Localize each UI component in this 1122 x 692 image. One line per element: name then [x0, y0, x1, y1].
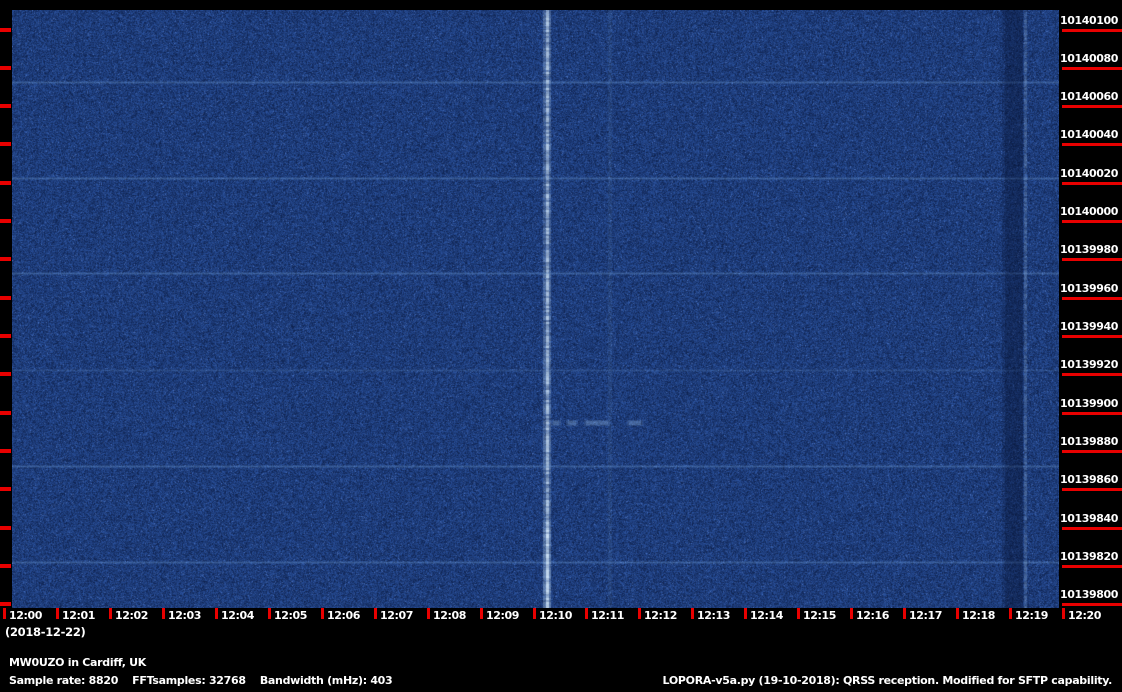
left-frequency-tick — [0, 449, 11, 453]
time-label: 12:08 — [433, 610, 466, 622]
time-label: 12:12 — [644, 610, 677, 622]
time-label: 12:19 — [1015, 610, 1048, 622]
left-frequency-tick — [0, 219, 11, 223]
right-frequency-tick — [1062, 373, 1122, 376]
time-tick — [374, 608, 377, 619]
time-tick — [56, 608, 59, 619]
frequency-label: 10140000 — [1058, 205, 1118, 218]
right-frequency-tick — [1062, 488, 1122, 491]
time-label: 12:09 — [486, 610, 519, 622]
frequency-label: 10139940 — [1058, 320, 1118, 333]
left-frequency-tick — [0, 257, 11, 261]
frequency-label: 10140100 — [1058, 14, 1118, 27]
software-version-label: LOPORA-v5a.py (19-10-2018): QRSS recepti… — [663, 674, 1112, 687]
right-frequency-tick — [1062, 527, 1122, 530]
left-frequency-tick — [0, 602, 11, 606]
right-frequency-tick — [1062, 105, 1122, 108]
time-tick — [850, 608, 853, 619]
time-label: 12:01 — [62, 610, 95, 622]
time-label: 12:04 — [221, 610, 254, 622]
left-frequency-tick — [0, 487, 11, 491]
left-frequency-tick — [0, 28, 11, 32]
frequency-label: 10139800 — [1058, 588, 1118, 601]
right-frequency-tick — [1062, 335, 1122, 338]
right-frequency-tick — [1062, 412, 1122, 415]
time-tick — [903, 608, 906, 619]
time-tick — [691, 608, 694, 619]
frequency-label: 10139860 — [1058, 473, 1118, 486]
time-label: 12:15 — [803, 610, 836, 622]
right-frequency-tick — [1062, 258, 1122, 261]
time-tick — [268, 608, 271, 619]
time-label: 12:20 — [1068, 610, 1101, 622]
left-frequency-tick — [0, 411, 11, 415]
frequency-label: 10139900 — [1058, 397, 1118, 410]
left-frequency-tick — [0, 564, 11, 568]
right-frequency-tick — [1062, 297, 1122, 300]
left-frequency-tick — [0, 142, 11, 146]
capture-settings-label: Sample rate: 8820 FFTsamples: 32768 Band… — [9, 674, 392, 687]
time-tick — [480, 608, 483, 619]
frequency-label: 10139980 — [1058, 243, 1118, 256]
time-tick — [3, 608, 6, 619]
time-label: 12:17 — [909, 610, 942, 622]
frequency-label: 10140080 — [1058, 52, 1118, 65]
left-frequency-tick — [0, 104, 11, 108]
date-label: (2018-12-22) — [5, 626, 85, 639]
time-label: 12:11 — [591, 610, 624, 622]
time-label: 12:14 — [750, 610, 783, 622]
time-tick — [1009, 608, 1012, 619]
frequency-label: 10139920 — [1058, 358, 1118, 371]
frequency-label: 10140060 — [1058, 90, 1118, 103]
time-tick — [744, 608, 747, 619]
station-label: MW0UZO in Cardiff, UK — [9, 656, 146, 669]
spectrogram — [12, 10, 1059, 608]
time-tick — [533, 608, 536, 619]
right-frequency-tick — [1062, 29, 1122, 32]
right-frequency-tick — [1062, 565, 1122, 568]
right-frequency-tick — [1062, 450, 1122, 453]
time-tick — [956, 608, 959, 619]
time-label: 12:07 — [380, 610, 413, 622]
time-tick — [109, 608, 112, 619]
right-frequency-tick — [1062, 603, 1122, 606]
time-label: 12:05 — [274, 610, 307, 622]
frequency-label: 10139820 — [1058, 550, 1118, 563]
left-frequency-tick — [0, 66, 11, 70]
time-tick — [638, 608, 641, 619]
time-tick — [427, 608, 430, 619]
right-frequency-tick — [1062, 182, 1122, 185]
right-frequency-tick — [1062, 67, 1122, 70]
frequency-label: 10140040 — [1058, 128, 1118, 141]
frequency-label: 10139880 — [1058, 435, 1118, 448]
qrss-grabber-screenshot: 10140100 10140080 10140060 10140040 10140020… — [0, 0, 1122, 692]
right-frequency-tick — [1062, 143, 1122, 146]
time-label: 12:06 — [327, 610, 360, 622]
time-tick — [321, 608, 324, 619]
time-tick — [162, 608, 165, 619]
time-label: 12:03 — [168, 610, 201, 622]
right-frequency-tick — [1062, 220, 1122, 223]
left-frequency-tick — [0, 334, 11, 338]
left-frequency-tick — [0, 526, 11, 530]
time-label: 12:18 — [962, 610, 995, 622]
left-frequency-tick — [0, 296, 11, 300]
time-label: 12:02 — [115, 610, 148, 622]
time-tick — [797, 608, 800, 619]
left-frequency-tick — [0, 372, 11, 376]
frequency-label: 10139840 — [1058, 512, 1118, 525]
time-tick — [215, 608, 218, 619]
time-tick — [585, 608, 588, 619]
time-label: 12:16 — [856, 610, 889, 622]
frequency-label: 10140020 — [1058, 167, 1118, 180]
time-tick — [1062, 608, 1065, 619]
time-label: 12:00 — [9, 610, 42, 622]
frequency-label: 10139960 — [1058, 282, 1118, 295]
time-label: 12:10 — [539, 610, 572, 622]
left-frequency-tick — [0, 181, 11, 185]
time-label: 12:13 — [697, 610, 730, 622]
